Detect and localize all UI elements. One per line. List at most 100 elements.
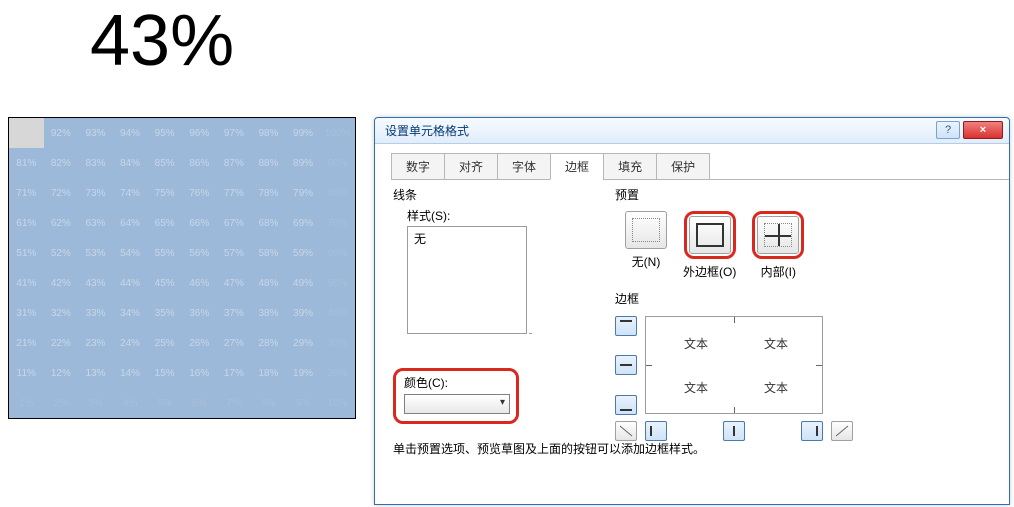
grid-cell: 50% xyxy=(320,268,355,298)
grid-cell: 62% xyxy=(44,208,79,238)
grid-cell: 49% xyxy=(286,268,321,298)
color-row: 颜色(C): xyxy=(393,368,527,424)
grid-cell: 15% xyxy=(147,358,182,388)
grid-cell: 41% xyxy=(9,268,44,298)
style-label: 样式(S): xyxy=(407,207,537,224)
grid-cell: 63% xyxy=(78,208,113,238)
border-diag-down-button[interactable] xyxy=(615,421,637,441)
color-highlight: 颜色(C): xyxy=(393,368,519,424)
style-list[interactable]: 无 xyxy=(407,226,527,334)
grid-cell: 65% xyxy=(147,208,182,238)
grid-cell: 36% xyxy=(182,298,217,328)
preset-none-icon xyxy=(632,218,660,242)
grid-cell: 37% xyxy=(217,298,252,328)
grid-cell: 75% xyxy=(147,178,182,208)
grid-row: 51%52%53%54%55%56%57%58%59%60% xyxy=(9,238,355,268)
preset-outer-col: 外边框(O) xyxy=(683,211,736,280)
grid-cell: 89% xyxy=(286,148,321,178)
grid-cell: 95% xyxy=(147,118,182,148)
grid-cell: 52% xyxy=(44,238,79,268)
grid-cell: 19% xyxy=(286,358,321,388)
style-option-none[interactable]: 无 xyxy=(414,232,426,246)
border-diag-up-button[interactable] xyxy=(831,421,853,441)
tab-2[interactable]: 字体 xyxy=(497,153,551,180)
preview-text-bl: 文本 xyxy=(684,379,708,396)
grid-cell: 28% xyxy=(251,328,286,358)
grid-cell: 72% xyxy=(44,178,79,208)
grid-cell: 78% xyxy=(251,178,286,208)
grid-cell: 10% xyxy=(320,388,355,418)
help-button[interactable]: ? xyxy=(936,121,960,139)
border-hcenter-button[interactable] xyxy=(615,355,637,375)
grid-cell: 44% xyxy=(113,268,148,298)
grid-cell: 14% xyxy=(113,358,148,388)
border-top-button[interactable] xyxy=(615,316,637,336)
grid-cell: 79% xyxy=(286,178,321,208)
grid-cell: 99% xyxy=(286,118,321,148)
grid-cell: 83% xyxy=(78,148,113,178)
border-left-button[interactable] xyxy=(645,421,667,441)
preset-inner-icon xyxy=(764,223,792,247)
tab-5[interactable]: 保护 xyxy=(656,153,710,180)
preview-text-br: 文本 xyxy=(764,379,788,396)
window-controls: ? × xyxy=(936,121,1003,139)
tab-4[interactable]: 填充 xyxy=(603,153,657,180)
format-cells-dialog: 设置单元格格式 ? × 数字对齐字体边框填充保护 线条 样式(S): 无 颜色(… xyxy=(374,117,1010,505)
grid-cell: 98% xyxy=(251,118,286,148)
grid-cell: 74% xyxy=(113,178,148,208)
grid-cell: 3% xyxy=(78,388,113,418)
border-bottom-button[interactable] xyxy=(615,395,637,415)
preset-none-button[interactable] xyxy=(625,211,667,249)
border-right-button[interactable] xyxy=(801,421,823,441)
grid-cell: 5% xyxy=(147,388,182,418)
grid-cell: 73% xyxy=(78,178,113,208)
grid-cell: 92% xyxy=(44,118,79,148)
preset-inner-button[interactable] xyxy=(757,216,799,254)
dialog-title: 设置单元格格式 xyxy=(385,122,469,139)
lines-group: 线条 样式(S): 无 xyxy=(393,186,603,334)
preset-outer-highlight xyxy=(684,211,736,259)
preset-outer-button[interactable] xyxy=(689,216,731,254)
grid-cell: 48% xyxy=(251,268,286,298)
border-group: 边框 文本 文本 文本 xyxy=(615,290,855,443)
preset-outer-caption: 外边框(O) xyxy=(683,263,736,280)
grid-cell: 61% xyxy=(9,208,44,238)
grid-cell: 17% xyxy=(217,358,252,388)
border-preview[interactable]: 文本 文本 文本 文本 xyxy=(645,316,823,414)
style-divider xyxy=(414,333,532,334)
preset-outer-icon xyxy=(696,223,724,247)
grid-cell: 54% xyxy=(113,238,148,268)
border-grid: 文本 文本 文本 文本 xyxy=(615,313,855,443)
grid-cell: 85% xyxy=(147,148,182,178)
border-vcenter-button[interactable] xyxy=(723,421,745,441)
grid-cell: 23% xyxy=(78,328,113,358)
preview-text-tl: 文本 xyxy=(684,335,708,352)
grid-cell: 31% xyxy=(9,298,44,328)
tab-3[interactable]: 边框 xyxy=(550,153,604,180)
grid-cell: 38% xyxy=(251,298,286,328)
preset-inner-caption: 内部(I) xyxy=(761,263,796,280)
color-select[interactable] xyxy=(404,394,510,414)
percentage-grid: 92%93%94%95%96%97%98%99%100%81%82%83%84%… xyxy=(8,117,356,419)
preset-none-caption: 无(N) xyxy=(632,253,661,270)
grid-cell: 82% xyxy=(44,148,79,178)
grid-cell: 43% xyxy=(78,268,113,298)
grid-cell: 25% xyxy=(147,328,182,358)
close-button[interactable]: × xyxy=(963,121,1003,139)
grid-cell: 6% xyxy=(182,388,217,418)
tab-1[interactable]: 对齐 xyxy=(444,153,498,180)
grid-cell: 29% xyxy=(286,328,321,358)
grid-row: 21%22%23%24%25%26%27%28%29%30% xyxy=(9,328,355,358)
grid-cell: 20% xyxy=(320,358,355,388)
preset-none-col: 无(N) xyxy=(625,211,667,280)
grid-cell: 11% xyxy=(9,358,44,388)
grid-row: 1%2%3%4%5%6%7%8%9%10% xyxy=(9,388,355,418)
grid-cell: 58% xyxy=(251,238,286,268)
grid-cell: 90% xyxy=(320,148,355,178)
grid-cell: 56% xyxy=(182,238,217,268)
grid-cell: 24% xyxy=(113,328,148,358)
border-label: 边框 xyxy=(615,290,855,307)
tab-0[interactable]: 数字 xyxy=(391,153,445,180)
grid-cell: 34% xyxy=(113,298,148,328)
grid-cell: 12% xyxy=(44,358,79,388)
